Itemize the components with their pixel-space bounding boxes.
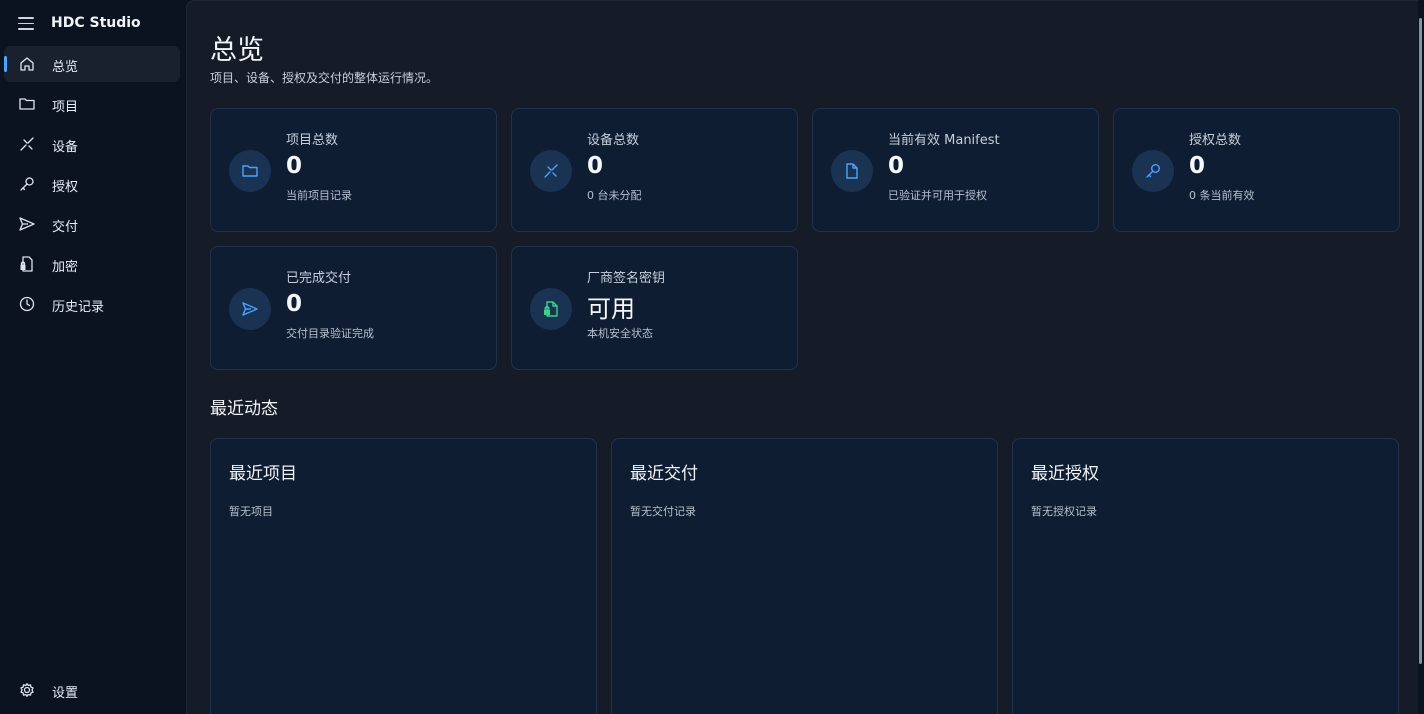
stat-card-signing-key: 厂商签名密钥 可用 本机安全状态 bbox=[511, 246, 798, 370]
sidebar: HDC Studio 总览 项目 设备 授权 交付 加密 历史记录 设置 bbox=[0, 0, 186, 714]
stat-description: 交付目录验证完成 bbox=[286, 327, 374, 340]
sidebar-item-label: 总览 bbox=[52, 60, 79, 75]
stat-label: 已完成交付 bbox=[286, 271, 352, 286]
sidebar-item-label: 历史记录 bbox=[52, 300, 105, 315]
empty-state-text: 暂无授权记录 bbox=[1031, 505, 1097, 518]
stat-description: 0 台未分配 bbox=[587, 189, 642, 202]
sidebar-item-settings[interactable]: 设置 bbox=[4, 672, 180, 708]
stat-label: 项目总数 bbox=[286, 133, 339, 148]
key-icon bbox=[1132, 150, 1174, 192]
stat-value: 0 bbox=[888, 153, 905, 179]
stat-label: 设备总数 bbox=[587, 133, 640, 148]
gear-icon bbox=[18, 681, 36, 699]
stat-value: 可用 bbox=[587, 295, 635, 323]
folder-icon bbox=[18, 95, 36, 113]
menu-toggle-icon[interactable] bbox=[18, 17, 34, 31]
vertical-scrollbar[interactable] bbox=[1419, 18, 1422, 664]
device-link-icon bbox=[18, 135, 36, 153]
active-indicator bbox=[4, 56, 7, 72]
stat-value: 0 bbox=[286, 291, 303, 317]
stat-card-projects: 项目总数 0 当前项目记录 bbox=[210, 108, 497, 232]
stat-description: 本机安全状态 bbox=[587, 327, 653, 340]
sidebar-item-overview[interactable]: 总览 bbox=[4, 46, 180, 82]
stat-description: 0 条当前有效 bbox=[1189, 189, 1255, 202]
stat-description: 当前项目记录 bbox=[286, 189, 352, 202]
page-title: 总览 bbox=[210, 35, 264, 66]
card-title: 最近交付 bbox=[630, 464, 698, 484]
empty-state-text: 暂无交付记录 bbox=[630, 505, 696, 518]
stat-value: 0 bbox=[1189, 153, 1206, 179]
document-icon bbox=[831, 150, 873, 192]
send-icon bbox=[229, 288, 271, 330]
sidebar-item-label: 授权 bbox=[52, 180, 79, 195]
recent-licenses-card: 最近授权 暂无授权记录 bbox=[1012, 438, 1399, 714]
card-title: 最近项目 bbox=[229, 464, 297, 484]
stat-card-licenses: 授权总数 0 0 条当前有效 bbox=[1113, 108, 1400, 232]
card-title: 最近授权 bbox=[1031, 464, 1099, 484]
empty-state-text: 暂无项目 bbox=[229, 505, 273, 518]
app-title: HDC Studio bbox=[51, 15, 141, 31]
sidebar-item-encryption[interactable]: 加密 bbox=[4, 246, 180, 282]
stat-label: 授权总数 bbox=[1189, 133, 1242, 148]
page-subtitle: 项目、设备、授权及交付的整体运行情况。 bbox=[210, 71, 439, 85]
sidebar-item-label: 设置 bbox=[52, 686, 79, 701]
sidebar-item-label: 设备 bbox=[52, 140, 79, 155]
sidebar-item-history[interactable]: 历史记录 bbox=[4, 286, 180, 322]
send-icon bbox=[18, 215, 36, 233]
key-icon bbox=[18, 175, 36, 193]
lock-document-icon bbox=[18, 255, 36, 273]
stat-description: 已验证并可用于授权 bbox=[888, 189, 987, 202]
stat-card-devices: 设备总数 0 0 台未分配 bbox=[511, 108, 798, 232]
sidebar-item-delivery[interactable]: 交付 bbox=[4, 206, 180, 242]
stat-label: 厂商签名密钥 bbox=[587, 271, 666, 286]
sidebar-item-label: 交付 bbox=[52, 220, 79, 235]
recent-projects-card: 最近项目 暂无项目 bbox=[210, 438, 597, 714]
sidebar-item-devices[interactable]: 设备 bbox=[4, 126, 180, 162]
lock-document-icon bbox=[530, 288, 572, 330]
stat-label: 当前有效 Manifest bbox=[888, 133, 1000, 148]
recent-deliveries-card: 最近交付 暂无交付记录 bbox=[611, 438, 998, 714]
app-header: HDC Studio bbox=[0, 0, 186, 48]
device-link-icon bbox=[530, 150, 572, 192]
folder-icon bbox=[229, 150, 271, 192]
sidebar-item-licenses[interactable]: 授权 bbox=[4, 166, 180, 202]
stat-card-manifest: 当前有效 Manifest 0 已验证并可用于授权 bbox=[812, 108, 1099, 232]
sidebar-item-label: 加密 bbox=[52, 260, 79, 275]
clock-icon bbox=[18, 295, 36, 313]
sidebar-item-projects[interactable]: 项目 bbox=[4, 86, 180, 122]
stat-value: 0 bbox=[286, 153, 303, 179]
main-content: 总览 项目、设备、授权及交付的整体运行情况。 项目总数 0 当前项目记录 设备总… bbox=[186, 0, 1418, 714]
stat-card-deliveries: 已完成交付 0 交付目录验证完成 bbox=[210, 246, 497, 370]
section-title: 最近动态 bbox=[210, 399, 278, 419]
stat-value: 0 bbox=[587, 153, 604, 179]
sidebar-item-label: 项目 bbox=[52, 100, 79, 115]
home-icon bbox=[18, 55, 36, 73]
